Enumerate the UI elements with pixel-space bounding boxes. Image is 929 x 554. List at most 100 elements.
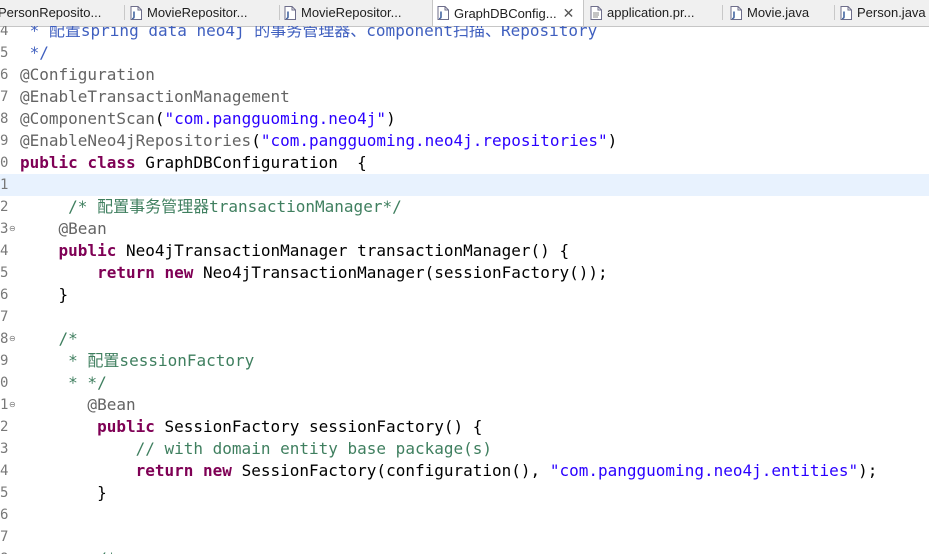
tab-label: MovieRepositor...	[147, 5, 248, 20]
code-text: * */	[20, 372, 107, 394]
code-token: )	[607, 131, 618, 150]
code-line[interactable]: 3 // with domain entity base package(s)	[0, 438, 929, 460]
code-token: public	[20, 153, 78, 172]
code-line[interactable]: 7 @EnableTransactionManagement	[0, 86, 929, 108]
code-line[interactable]: 0 * */	[0, 372, 929, 394]
code-token: public	[58, 241, 117, 260]
tab-movierepository-2[interactable]: J MovieRepositor...	[284, 0, 432, 25]
code-token: );	[858, 461, 878, 480]
code-text: /*	[20, 328, 78, 350]
code-line[interactable]: 7	[0, 526, 929, 548]
line-number: 6	[0, 67, 9, 83]
code-token: /*	[20, 329, 78, 348]
svg-text:J: J	[732, 10, 736, 19]
line-number: 7	[0, 529, 9, 545]
code-line[interactable]: 2 public SessionFactory sessionFactory()…	[0, 416, 929, 438]
code-text: public Neo4jTransactionManager transacti…	[20, 240, 570, 262]
java-file-icon: J	[284, 5, 296, 20]
code-text: @ComponentScan("com.pangguoming.neo4j")	[20, 108, 396, 130]
java-file-icon: J	[730, 5, 742, 20]
code-line[interactable]: 6	[0, 504, 929, 526]
java-file-icon: J	[840, 5, 852, 20]
tab-application-properties[interactable]: application.pr...	[590, 0, 726, 25]
line-number: 8	[0, 111, 9, 127]
code-editor[interactable]: 4 * 配置spring data neo4j 的事务管理器、component…	[0, 26, 929, 554]
code-token: "com.pangguoming.neo4j.entities"	[549, 461, 859, 480]
code-line[interactable]: 5 return new Neo4jTransactionManager(ses…	[0, 262, 929, 284]
code-token: (	[251, 131, 261, 150]
code-line[interactable]: 5 */	[0, 42, 929, 64]
fold-toggle-icon[interactable]: ⊖	[9, 401, 16, 409]
fold-toggle-icon[interactable]: ⊖	[9, 335, 16, 343]
fold-toggle-icon[interactable]: ⊖	[9, 225, 16, 233]
code-line[interactable]: 9 * 配置sessionFactory	[0, 350, 929, 372]
code-line[interactable]: 1 ⊖ @Bean	[0, 394, 929, 416]
code-line[interactable]: 2 /* 配置事务管理器transactionManager*/	[0, 196, 929, 218]
code-text: public class GraphDBConfiguration {	[20, 152, 367, 174]
code-line[interactable]: 1	[0, 174, 929, 196]
tab-label: application.pr...	[607, 5, 695, 20]
code-text: /* 配置事务管理器transactionManager*/	[20, 196, 402, 218]
svg-text:J: J	[286, 10, 290, 19]
line-number: 7	[0, 89, 9, 105]
code-line[interactable]: 8 ⊖ /*	[0, 328, 929, 350]
tab-separator	[124, 5, 125, 20]
java-file-icon: J	[130, 5, 142, 20]
code-text: // with domain entity base package(s)	[20, 438, 492, 460]
line-number: 0	[0, 375, 9, 391]
code-token: class	[87, 153, 136, 172]
code-line[interactable]: 8 /*	[0, 548, 929, 554]
code-token: new	[203, 461, 232, 480]
tab-movie-java[interactable]: J Movie.java	[730, 0, 842, 25]
code-line[interactable]: 4 public Neo4jTransactionManager transac…	[0, 240, 929, 262]
code-line[interactable]: 7	[0, 306, 929, 328]
code-text: */	[20, 42, 49, 64]
svg-text:J: J	[132, 10, 136, 19]
line-number: 8	[0, 548, 16, 554]
code-token: GraphDBConfiguration {	[135, 153, 367, 172]
tab-separator	[834, 5, 835, 20]
code-line[interactable]: 6 @Configuration	[0, 64, 929, 86]
tab-person-java[interactable]: J Person.java	[840, 0, 929, 25]
code-text: * 配置sessionFactory	[20, 350, 254, 372]
code-token: SessionFactory sessionFactory() {	[154, 417, 483, 436]
tab-graphdbconfiguration[interactable]: J GraphDBConfig... ✕	[432, 0, 584, 26]
code-text: @EnableNeo4jRepositories("com.pangguomin…	[20, 130, 617, 152]
code-token: Neo4jTransactionManager(sessionFactory()…	[193, 263, 608, 282]
code-line[interactable]: 6 }	[0, 284, 929, 306]
code-text: }	[20, 482, 107, 504]
close-icon[interactable]: ✕	[563, 5, 575, 22]
code-token: @EnableNeo4jRepositories	[20, 131, 252, 150]
code-token: * */	[20, 373, 107, 392]
tab-movierepository-1[interactable]: J MovieRepositor...	[130, 0, 282, 25]
svg-text:J: J	[842, 10, 846, 19]
line-number: 7	[0, 309, 9, 325]
code-token: "com.pangguoming.neo4j.repositories"	[260, 131, 608, 150]
code-token: @Bean	[20, 219, 107, 238]
java-file-icon: J	[437, 6, 449, 20]
code-line[interactable]: 9 @EnableNeo4jRepositories("com.pangguomi…	[0, 130, 929, 152]
line-number: 5	[0, 45, 9, 61]
code-text: return new Neo4jTransactionManager(sessi…	[20, 262, 608, 284]
code-line[interactable]: 8 @ComponentScan("com.pangguoming.neo4j")	[0, 108, 929, 130]
code-line[interactable]: 0 public class GraphDBConfiguration {	[0, 152, 929, 174]
line-number: 4	[0, 463, 9, 479]
code-token: @EnableTransactionManagement	[20, 87, 290, 106]
tab-separator	[722, 5, 723, 20]
editor-tab-bar: PersonReposito... J MovieRepositor... J …	[0, 0, 929, 27]
line-number: 5	[0, 265, 9, 281]
code-token: // with domain entity base package(s)	[20, 439, 493, 458]
line-number: 9	[0, 353, 9, 369]
tab-personrepository[interactable]: PersonReposito...	[0, 0, 126, 25]
code-line[interactable]: 4 return new SessionFactory(configuratio…	[0, 460, 929, 482]
code-line[interactable]: 5 }	[0, 482, 929, 504]
code-line[interactable]: 4 * 配置spring data neo4j 的事务管理器、component…	[0, 26, 929, 42]
code-line[interactable]: 3 ⊖ @Bean	[0, 218, 929, 240]
code-token: }	[20, 483, 107, 502]
code-token: @ComponentScan	[20, 109, 155, 128]
line-number: 2	[0, 419, 9, 435]
